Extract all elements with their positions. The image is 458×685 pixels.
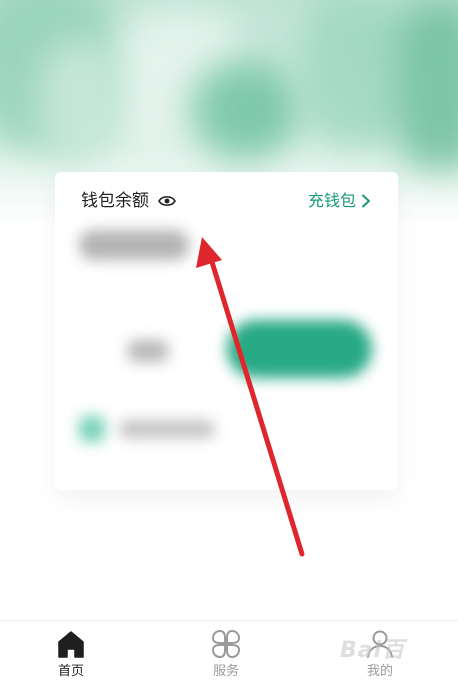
chevron-right-icon[interactable] <box>361 194 371 208</box>
checkbox-icon-blurred[interactable] <box>79 416 105 442</box>
hero-blur-shape <box>40 40 120 160</box>
value-blurred <box>127 340 169 362</box>
tab-home-label: 首页 <box>57 664 84 679</box>
hero-blur-shape <box>190 60 300 160</box>
home-icon <box>58 631 84 658</box>
tab-mine-label: 我的 <box>366 664 393 679</box>
action-button-blurred[interactable] <box>227 320 372 378</box>
wallet-balance-title: 钱包余额 <box>81 191 149 211</box>
checkbox-label-blurred <box>119 420 215 438</box>
balance-amount-blurred <box>79 230 189 260</box>
hero-blur-shape <box>300 0 410 150</box>
recharge-wallet-link[interactable]: 充钱包 <box>308 189 356 213</box>
hero-blur-shape <box>395 0 458 170</box>
grid-icon <box>211 629 241 659</box>
tab-services[interactable]: 服务 <box>176 621 276 685</box>
wallet-card: 钱包余额 充钱包 <box>55 172 398 490</box>
watermark-logo: Bai百 <box>340 638 406 663</box>
wallet-page: 钱包余额 充钱包 首页 服务 我的 Bai百 <box>0 0 458 685</box>
eye-icon[interactable] <box>158 194 176 208</box>
tab-services-label: 服务 <box>212 664 239 679</box>
tab-home[interactable]: 首页 <box>21 621 121 685</box>
